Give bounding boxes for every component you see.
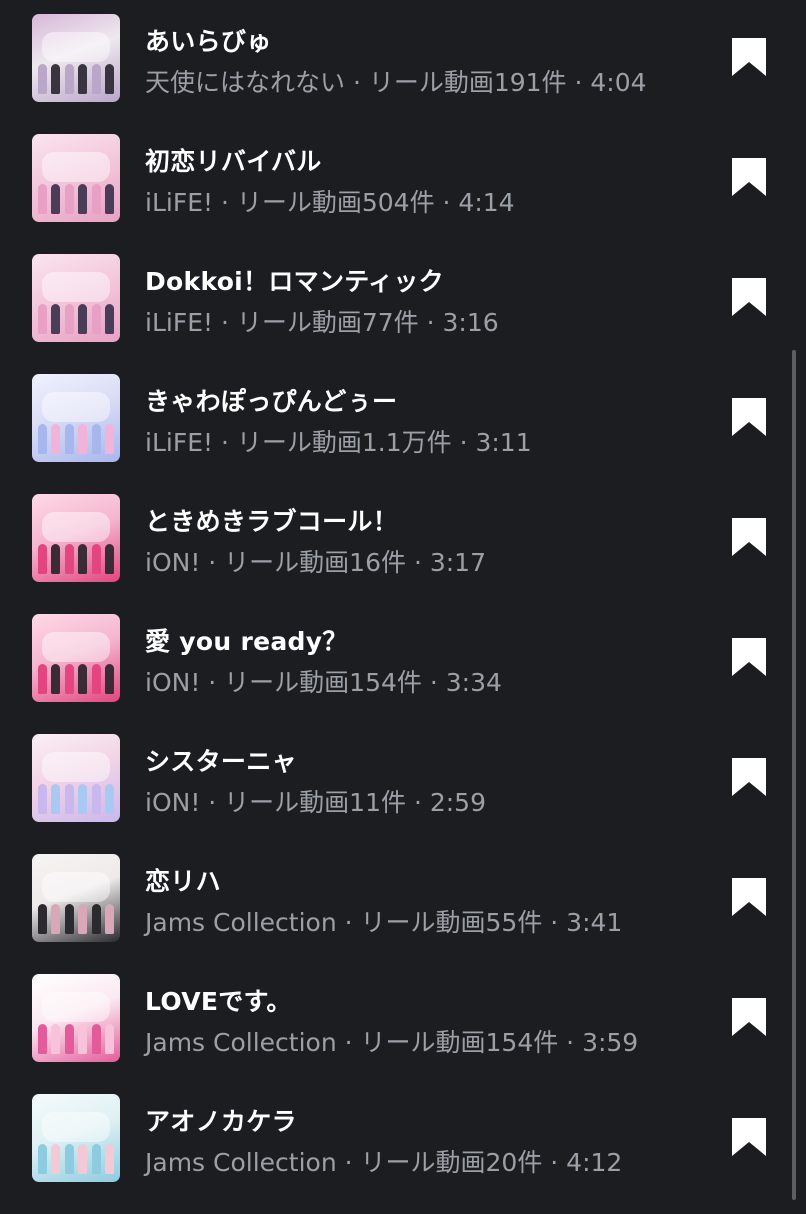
track-subtitle: 天使にはなれない · リール動画191件 · 4:04 xyxy=(145,68,647,97)
album-thumbnail[interactable] xyxy=(32,614,120,702)
bookmark-icon[interactable] xyxy=(730,156,768,198)
scrollbar[interactable] xyxy=(792,350,796,1200)
track-title: あいらびゅ xyxy=(145,27,272,56)
track-row[interactable]: あいらびゅ 天使にはなれない · リール動画191件 · 4:04 xyxy=(0,14,806,134)
track-subtitle: iLiFE! · リール動画77件 · 3:16 xyxy=(145,308,499,337)
album-thumbnail[interactable] xyxy=(32,854,120,942)
track-title: シスターニャ xyxy=(145,747,297,776)
track-row[interactable]: Dokkoi！ロマンティック iLiFE! · リール動画77件 · 3:16 xyxy=(0,254,806,374)
track-title: 愛 you ready？ xyxy=(145,627,348,656)
track-title: ときめきラブコール！ xyxy=(145,507,399,536)
album-thumbnail[interactable] xyxy=(32,254,120,342)
track-row[interactable]: 恋リハ Jams Collection · リール動画55件 · 3:41 xyxy=(0,854,806,974)
bookmark-icon[interactable] xyxy=(730,276,768,318)
track-subtitle: Jams Collection · リール動画154件 · 3:59 xyxy=(145,1028,639,1057)
album-thumbnail[interactable] xyxy=(32,734,120,822)
track-row[interactable]: LOVEです。 Jams Collection · リール動画154件 · 3:… xyxy=(0,974,806,1094)
album-thumbnail[interactable] xyxy=(32,134,120,222)
album-thumbnail[interactable] xyxy=(32,374,120,462)
track-row[interactable]: 初恋リバイバル iLiFE! · リール動画504件 · 4:14 xyxy=(0,134,806,254)
bookmark-icon[interactable] xyxy=(730,396,768,438)
track-row[interactable]: きゃわぽっぴんどぅー iLiFE! · リール動画1.1万件 · 3:11 xyxy=(0,374,806,494)
track-row[interactable]: アオノカケラ Jams Collection · リール動画20件 · 4:12 xyxy=(0,1094,806,1214)
bookmark-icon[interactable] xyxy=(730,876,768,918)
album-thumbnail[interactable] xyxy=(32,494,120,582)
bookmark-icon[interactable] xyxy=(730,36,768,78)
track-list: あいらびゅ 天使にはなれない · リール動画191件 · 4:04 初恋リバイバ… xyxy=(0,0,806,1200)
track-subtitle: iON! · リール動画154件 · 3:34 xyxy=(145,668,502,697)
track-subtitle: iON! · リール動画11件 · 2:59 xyxy=(145,788,486,817)
bookmark-icon[interactable] xyxy=(730,996,768,1038)
track-title: 初恋リバイバル xyxy=(145,147,322,176)
bookmark-icon[interactable] xyxy=(730,1116,768,1158)
album-thumbnail[interactable] xyxy=(32,1094,120,1182)
track-subtitle: iON! · リール動画16件 · 3:17 xyxy=(145,548,486,577)
track-row[interactable]: 愛 you ready？ iON! · リール動画154件 · 3:34 xyxy=(0,614,806,734)
bookmark-icon[interactable] xyxy=(730,516,768,558)
album-thumbnail[interactable] xyxy=(32,14,120,102)
track-title: きゃわぽっぴんどぅー xyxy=(145,387,398,416)
track-subtitle: iLiFE! · リール動画504件 · 4:14 xyxy=(145,188,515,217)
track-title: Dokkoi！ロマンティック xyxy=(145,267,444,296)
track-title: アオノカケラ xyxy=(145,1107,297,1136)
track-row[interactable]: ときめきラブコール！ iON! · リール動画16件 · 3:17 xyxy=(0,494,806,614)
album-thumbnail[interactable] xyxy=(32,974,120,1062)
bookmark-icon[interactable] xyxy=(730,636,768,678)
track-subtitle: Jams Collection · リール動画55件 · 3:41 xyxy=(145,908,623,937)
track-subtitle: iLiFE! · リール動画1.1万件 · 3:11 xyxy=(145,428,532,457)
track-subtitle: Jams Collection · リール動画20件 · 4:12 xyxy=(145,1148,623,1177)
bookmark-icon[interactable] xyxy=(730,756,768,798)
track-title: LOVEです。 xyxy=(145,987,292,1016)
track-title: 恋リハ xyxy=(145,867,221,896)
track-row[interactable]: シスターニャ iON! · リール動画11件 · 2:59 xyxy=(0,734,806,854)
